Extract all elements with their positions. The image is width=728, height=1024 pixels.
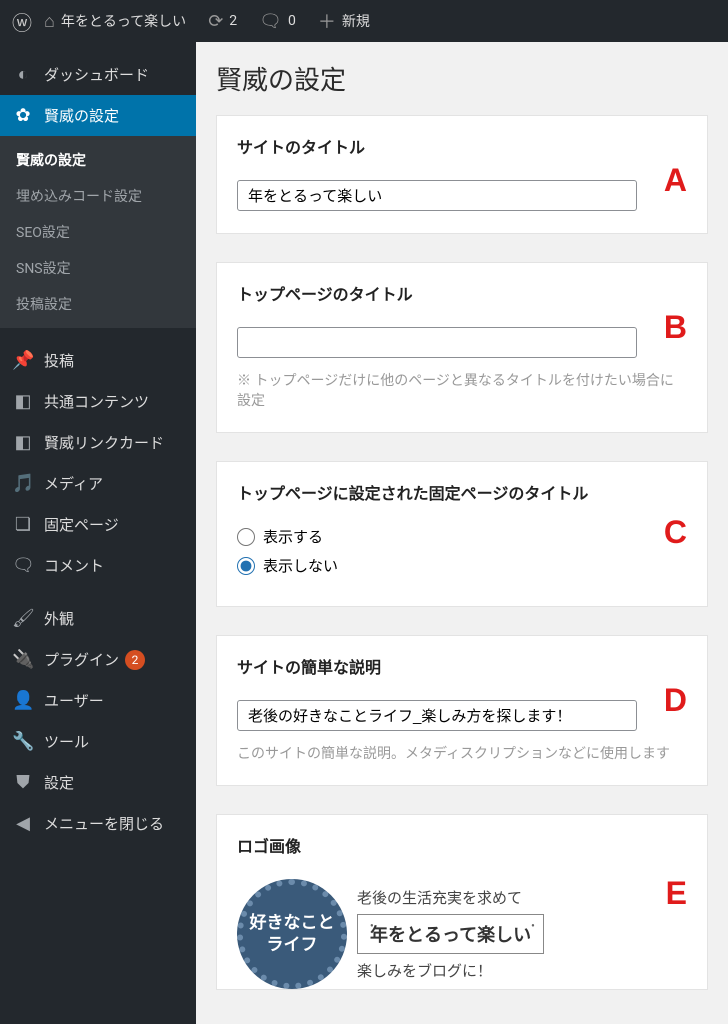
admin-bar: ⓦ ⌂ 年をとるって楽しい ⟳ 2 🗨 0 ＋ 新規	[0, 0, 728, 42]
plugin-icon: 🔌	[12, 649, 34, 670]
sidebar-item-common-contents[interactable]: ◧ 共通コンテンツ	[0, 381, 196, 422]
annotation-marker-d: D	[664, 682, 687, 719]
sidebar-item-tools[interactable]: 🔧 ツール	[0, 721, 196, 762]
logo-line2: 年をとるって楽しい	[357, 914, 544, 954]
top-title-help: ※ トップページだけに他のページと異なるタイトルを付けたい場合に設定	[237, 370, 687, 410]
top-title-input[interactable]	[237, 327, 637, 358]
sidebar-label: 固定ページ	[44, 514, 119, 535]
annotation-marker-e: E	[666, 875, 687, 912]
sidebar-item-plugins[interactable]: 🔌 プラグイン 2	[0, 639, 196, 680]
home-icon: ⌂	[44, 11, 55, 32]
adminbar-new-label: 新規	[342, 11, 370, 31]
sidebar-item-pages[interactable]: ❏ 固定ページ	[0, 504, 196, 545]
adminbar-updates[interactable]: ⟳ 2	[208, 11, 237, 32]
site-title-input[interactable]	[237, 180, 637, 211]
sidebar-item-collapse[interactable]: ◀ メニューを閉じる	[0, 803, 196, 844]
sidebar-item-keni-settings[interactable]: ✿ 賢威の設定	[0, 95, 196, 136]
panel-top-fixed: トップページに設定された固定ページのタイトル 表示する 表示しない C	[216, 461, 708, 607]
sidebar-label: 外観	[44, 608, 74, 629]
panel-label: サイトの簡単な説明	[237, 654, 687, 678]
adminbar-new[interactable]: ＋ 新規	[318, 8, 370, 34]
radio-hide[interactable]: 表示しない	[237, 555, 687, 576]
sidebar-label: プラグイン	[44, 649, 119, 670]
sidebar-label: メニューを閉じる	[44, 813, 164, 834]
annotation-marker-a: A	[664, 162, 687, 199]
user-icon: 👤	[12, 690, 34, 711]
sidebar-label: ツール	[44, 731, 89, 752]
page-title: 賢威の設定	[216, 60, 708, 97]
sliders-icon: ⛊	[12, 772, 34, 793]
panel-logo: ロゴ画像 好きなこと ライフ 老後の生活充実を求めて 年をとるって楽しい 楽しみ…	[216, 814, 708, 990]
admin-sidebar: ◐ ダッシュボード ✿ 賢威の設定 賢威の設定 埋め込みコード設定 SEO設定 …	[0, 42, 196, 1024]
adminbar-site-link[interactable]: ⌂ 年をとるって楽しい	[44, 11, 186, 32]
sidebar-item-posts[interactable]: 📌 投稿	[0, 340, 196, 381]
logo-circle: 好きなこと ライフ	[237, 879, 347, 989]
panel-label: ロゴ画像	[237, 833, 687, 857]
panel-label: トップページに設定された固定ページのタイトル	[237, 480, 687, 504]
panel-top-title: トップページのタイトル ※ トップページだけに他のページと異なるタイトルを付けた…	[216, 262, 708, 433]
submenu-item-keni[interactable]: 賢威の設定	[0, 142, 196, 178]
media-icon: 🎵	[12, 473, 34, 494]
sidebar-label: 賢威の設定	[44, 105, 119, 126]
sidebar-item-users[interactable]: 👤 ユーザー	[0, 680, 196, 721]
plus-icon: ＋	[318, 8, 336, 34]
link-icon: ◧	[12, 432, 34, 453]
adminbar-comments-count: 0	[288, 13, 296, 29]
logo-text-block: 老後の生活充実を求めて 年をとるって楽しい 楽しみをブログに！	[357, 887, 544, 981]
comment-icon: 🗨	[259, 11, 282, 32]
sidebar-item-appearance[interactable]: 🖌 外観	[0, 598, 196, 639]
sidebar-label: 共通コンテンツ	[44, 391, 149, 412]
gear-icon: ✿	[12, 105, 34, 126]
adminbar-comments[interactable]: 🗨 0	[259, 11, 296, 32]
submenu-item-embed[interactable]: 埋め込みコード設定	[0, 178, 196, 214]
pin-icon: 📌	[12, 350, 34, 371]
submenu-item-post[interactable]: 投稿設定	[0, 286, 196, 322]
panel-site-title: サイトのタイトル A	[216, 115, 708, 234]
sidebar-label: ユーザー	[44, 690, 104, 711]
sidebar-label: 投稿	[44, 350, 74, 371]
wordpress-logo-icon[interactable]: ⓦ	[12, 7, 32, 36]
plugin-update-badge: 2	[125, 650, 145, 670]
collapse-icon: ◀	[12, 813, 34, 834]
radio-show[interactable]: 表示する	[237, 526, 687, 547]
wrench-icon: 🔧	[12, 731, 34, 752]
sidebar-label: ダッシュボード	[44, 64, 149, 85]
site-desc-help: このサイトの簡単な説明。メタディスクリプションなどに使用します	[237, 743, 687, 763]
radio-hide-label: 表示しない	[263, 555, 338, 576]
adminbar-site-title: 年をとるって楽しい	[61, 11, 186, 31]
sidebar-label: コメント	[44, 555, 104, 576]
panel-label: トップページのタイトル	[237, 281, 687, 305]
sidebar-item-comments[interactable]: 🗨 コメント	[0, 545, 196, 586]
sidebar-item-media[interactable]: 🎵 メディア	[0, 463, 196, 504]
logo-line1: 老後の生活充実を求めて	[357, 887, 544, 908]
update-icon: ⟳	[208, 11, 223, 32]
annotation-marker-c: C	[664, 514, 687, 551]
sidebar-item-settings[interactable]: ⛊ 設定	[0, 762, 196, 803]
sidebar-label: 賢威リンクカード	[44, 432, 164, 453]
adminbar-updates-count: 2	[229, 13, 237, 29]
radio-hide-input[interactable]	[237, 557, 255, 575]
panel-site-desc: サイトの簡単な説明 このサイトの簡単な説明。メタディスクリプションなどに使用しま…	[216, 635, 708, 786]
logo-line3: 楽しみをブログに！	[357, 960, 544, 981]
sidebar-item-keni-linkcard[interactable]: ◧ 賢威リンクカード	[0, 422, 196, 463]
sidebar-submenu: 賢威の設定 埋め込みコード設定 SEO設定 SNS設定 投稿設定	[0, 136, 196, 328]
comment-icon: 🗨	[12, 555, 34, 576]
sidebar-label: 設定	[44, 772, 74, 793]
panel-label: サイトのタイトル	[237, 134, 687, 158]
site-desc-input[interactable]	[237, 700, 637, 731]
main-content: 賢威の設定 サイトのタイトル A トップページのタイトル ※ トップページだけに…	[196, 42, 728, 1024]
page-icon: ❏	[12, 514, 34, 535]
radio-show-input[interactable]	[237, 528, 255, 546]
dashboard-icon: ◐	[12, 64, 34, 85]
sidebar-item-dashboard[interactable]: ◐ ダッシュボード	[0, 54, 196, 95]
submenu-item-seo[interactable]: SEO設定	[0, 214, 196, 250]
annotation-marker-b: B	[664, 309, 687, 346]
brush-icon: 🖌	[12, 608, 34, 629]
code-icon: ◧	[12, 391, 34, 412]
logo-preview: 好きなこと ライフ 老後の生活充実を求めて 年をとるって楽しい 楽しみをブログに…	[237, 879, 687, 989]
submenu-item-sns[interactable]: SNS設定	[0, 250, 196, 286]
sidebar-label: メディア	[44, 473, 103, 494]
radio-show-label: 表示する	[263, 526, 323, 547]
